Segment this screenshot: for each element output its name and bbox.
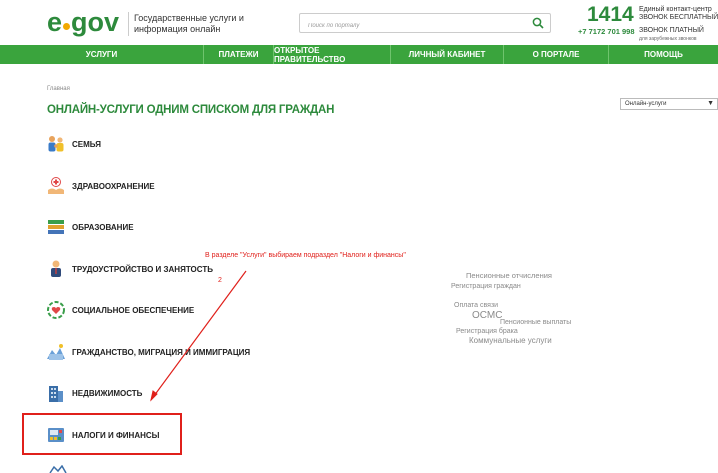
tag-cloud-item[interactable]: Коммунальные услуги bbox=[469, 336, 552, 345]
phone-desc-1: ЗВОНОК ПЛАТНЫЙ bbox=[639, 27, 704, 34]
category-family[interactable]: СЕМЬЯ bbox=[46, 133, 101, 155]
logo-text: gov bbox=[71, 7, 120, 37]
tag-cloud-item[interactable]: Регистрация граждан bbox=[451, 283, 521, 290]
search-box bbox=[299, 13, 551, 35]
category-label: ОБРАЗОВАНИЕ bbox=[72, 222, 134, 232]
instruction-annotation: В разделе "Услуги" выбираем подраздел "Н… bbox=[205, 252, 406, 259]
logo-prefix: e bbox=[47, 7, 63, 37]
phone-description: ЗВОНОК ПЛАТНЫЙ для зарубежных звонков bbox=[639, 27, 718, 43]
worker-icon bbox=[51, 260, 61, 277]
search-input[interactable] bbox=[300, 17, 520, 35]
nav-item-help[interactable]: ПОМОЩЬ bbox=[609, 45, 718, 64]
family-icon bbox=[48, 136, 64, 152]
chevron-down-icon: ▼ bbox=[707, 100, 714, 107]
step-number: 2 bbox=[218, 277, 222, 284]
breadcrumb[interactable]: Главная bbox=[47, 86, 70, 92]
nav-item-about[interactable]: О ПОРТАЛЕ bbox=[504, 45, 609, 64]
category-employment[interactable]: ТРУДОУСТРОЙСТВО И ЗАНЯТОСТЬ bbox=[46, 258, 213, 280]
category-label: ГРАЖДАНСТВО, МИГРАЦИЯ И ИММИГРАЦИЯ bbox=[72, 347, 251, 357]
tag-cloud-item[interactable]: Пенсионные выплаты bbox=[500, 319, 571, 326]
tag-cloud-item[interactable]: Пенсионные отчисления bbox=[466, 271, 552, 280]
category-label: ТРУДОУСТРОЙСТВО И ЗАНЯТОСТЬ bbox=[72, 264, 213, 274]
phone-desc-2: для зарубежных звонков bbox=[639, 36, 697, 42]
nav-item-payments[interactable]: ПЛАТЕЖИ bbox=[204, 45, 274, 64]
view-select-value: Онлайн-услуги bbox=[625, 101, 667, 107]
category-education[interactable]: ОБРАЗОВАНИЕ bbox=[46, 216, 134, 238]
tag-cloud-item[interactable]: Оплата связи bbox=[454, 302, 498, 309]
category-health[interactable]: ЗДРАВООХРАНЕНИЕ bbox=[46, 175, 155, 197]
building-icon bbox=[49, 386, 63, 402]
view-select[interactable]: Онлайн-услуги ▼ bbox=[620, 98, 718, 110]
page-title: ОНЛАЙН-УСЛУГИ ОДНИМ СПИСКОМ ДЛЯ ГРАЖДАН bbox=[47, 104, 335, 116]
category-social[interactable]: СОЦИАЛЬНОЕ ОБЕСПЕЧЕНИЕ bbox=[46, 299, 194, 321]
category-migration[interactable]: ГРАЖДАНСТВО, МИГРАЦИЯ И ИММИГРАЦИЯ bbox=[46, 341, 250, 363]
logo-dot-icon bbox=[63, 23, 71, 30]
hotline-number: 1414 bbox=[587, 3, 634, 26]
main-nav: УСЛУГИ ПЛАТЕЖИ ОТКРЫТОЕ ПРАВИТЕЛЬСТВО ЛИ… bbox=[0, 45, 718, 64]
category-label: НЕДВИЖИМОСТЬ bbox=[72, 388, 143, 398]
category-real-estate[interactable]: НЕДВИЖИМОСТЬ bbox=[46, 382, 142, 404]
category-label: СОЦИАЛЬНОЕ ОБЕСПЕЧЕНИЕ bbox=[72, 305, 195, 315]
page: e gov Государственные услуги и информация… bbox=[0, 0, 718, 473]
books-icon bbox=[48, 220, 64, 234]
phone-number: +7 7172 701 998 bbox=[578, 27, 635, 36]
category-label: ЗДРАВООХРАНЕНИЕ bbox=[72, 181, 155, 191]
nav-item-personal-cabinet[interactable]: ЛИЧНЫЙ КАБИНЕТ bbox=[391, 45, 504, 64]
migration-icon bbox=[47, 344, 65, 360]
site-tagline: Государственные услуги и информация онла… bbox=[134, 13, 244, 34]
tag-cloud-item[interactable]: ОСМС bbox=[472, 310, 502, 321]
logo-divider bbox=[128, 12, 129, 36]
search-icon[interactable] bbox=[532, 17, 544, 29]
social-icon bbox=[47, 301, 65, 319]
nav-item-open-government[interactable]: ОТКРЫТОЕ ПРАВИТЕЛЬСТВО bbox=[274, 45, 391, 64]
egov-logo[interactable]: e gov bbox=[47, 8, 119, 36]
hotline-desc-2: ЗВОНОК БЕСПЛАТНЫЙ bbox=[639, 14, 718, 21]
nav-item-services[interactable]: УСЛУГИ bbox=[0, 45, 204, 64]
category-label: СЕМЬЯ bbox=[72, 139, 101, 149]
hotline-description: Единый контакт-центр ЗВОНОК БЕСПЛАТНЫЙ bbox=[639, 6, 718, 22]
next-category-icon bbox=[49, 465, 67, 473]
health-icon bbox=[48, 177, 64, 194]
highlight-box bbox=[22, 413, 182, 455]
tag-cloud-item[interactable]: Регистрация брака bbox=[456, 328, 518, 335]
hotline-desc-1: Единый контакт-центр bbox=[639, 6, 712, 13]
